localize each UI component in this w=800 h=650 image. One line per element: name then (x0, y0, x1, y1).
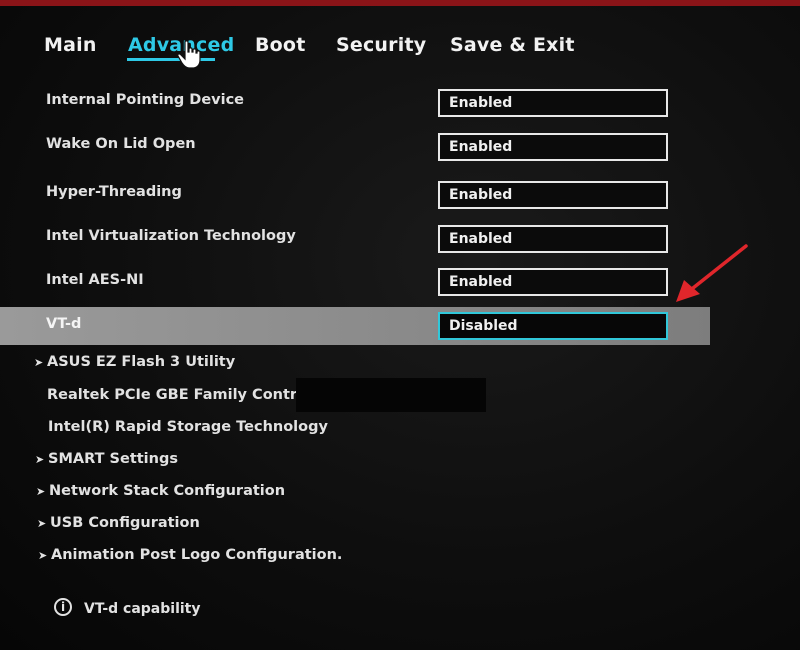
tab-save-exit[interactable]: Save & Exit (450, 34, 575, 56)
chevron-right-icon: ➤ (36, 485, 46, 498)
chevron-right-icon: ➤ (37, 517, 47, 530)
wake-on-lid-open-value[interactable]: Enabled (438, 133, 668, 161)
help-description: VT-d capability (84, 601, 201, 617)
vt-d-value[interactable]: Disabled (438, 312, 668, 340)
chevron-right-icon: ➤ (38, 549, 48, 562)
intel-aes-ni-value[interactable]: Enabled (438, 268, 668, 296)
setting-label-wake-on-lid-open: Wake On Lid Open (46, 136, 196, 152)
setting-label-intel-virtualization: Intel Virtualization Technology (46, 228, 296, 244)
hand-cursor-icon (177, 40, 201, 69)
red-arrow-annotation-icon (676, 244, 748, 302)
menu-item-realtek-controller[interactable]: Realtek PCIe GBE Family Controller (47, 387, 334, 403)
chevron-right-icon: ➤ (34, 356, 44, 369)
info-icon: i (54, 598, 72, 616)
menu-item-usb-configuration[interactable]: ➤ USB Configuration (37, 515, 200, 531)
internal-pointing-device-value[interactable]: Enabled (438, 89, 668, 117)
redaction-block (296, 378, 486, 412)
menu-item-asus-ez-flash[interactable]: ➤ ASUS EZ Flash 3 Utility (34, 354, 235, 370)
setting-label-intel-aes-ni: Intel AES-NI (46, 272, 144, 288)
menu-item-smart-settings[interactable]: ➤ SMART Settings (35, 451, 178, 467)
top-accent-bar (0, 0, 800, 6)
menu-item-animation-post-logo[interactable]: ➤ Animation Post Logo Configuration. (38, 547, 342, 563)
hyper-threading-value[interactable]: Enabled (438, 181, 668, 209)
setting-label-hyper-threading: Hyper-Threading (46, 184, 182, 200)
menu-item-network-stack[interactable]: ➤ Network Stack Configuration (36, 483, 285, 499)
chevron-right-icon: ➤ (35, 453, 45, 466)
tab-main[interactable]: Main (44, 34, 97, 56)
setting-label-vt-d: VT-d (46, 316, 82, 332)
intel-virtualization-value[interactable]: Enabled (438, 225, 668, 253)
tab-security[interactable]: Security (336, 34, 426, 56)
setting-label-internal-pointing-device: Internal Pointing Device (46, 92, 245, 108)
tab-boot[interactable]: Boot (255, 34, 305, 56)
menu-item-intel-rst[interactable]: Intel(R) Rapid Storage Technology (48, 419, 328, 435)
